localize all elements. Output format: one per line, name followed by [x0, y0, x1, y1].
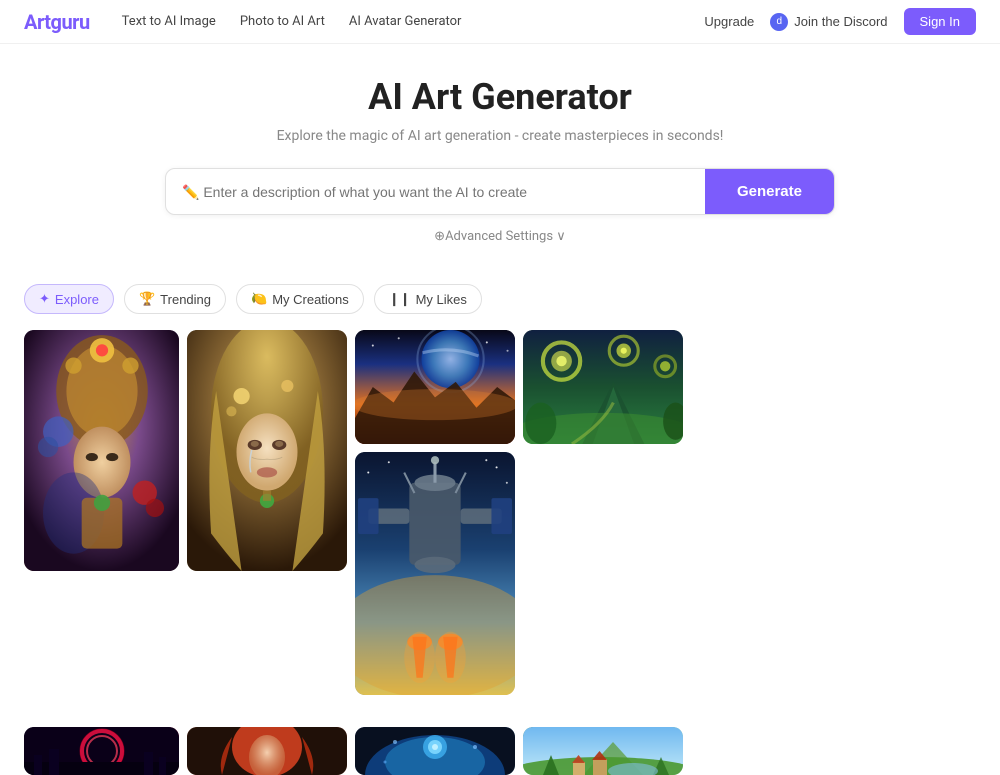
- explore-icon: ✦: [39, 291, 50, 307]
- prompt-input[interactable]: [166, 169, 705, 214]
- gallery-item-4[interactable]: [355, 452, 515, 695]
- art-space-station: [355, 452, 515, 695]
- main-nav: Text to AI Image Photo to AI Art AI Avat…: [122, 14, 705, 29]
- art-planet-landscape: [355, 330, 515, 444]
- likes-icon: ❙❙: [389, 291, 411, 307]
- filter-tabs: ✦ Explore 🏆 Trending 🍋 My Creations ❙❙ M…: [0, 284, 1000, 314]
- gallery-item-7[interactable]: [24, 727, 179, 775]
- advanced-settings[interactable]: ⊕Advanced Settings ∨: [20, 229, 980, 244]
- gallery-item-6[interactable]: [523, 727, 683, 775]
- logo[interactable]: Artguru: [24, 10, 90, 34]
- art-redhair-girl: [187, 727, 347, 775]
- art-countryside-village: [523, 727, 683, 775]
- art-cyberpunk: [24, 727, 179, 775]
- tab-my-creations[interactable]: 🍋 My Creations: [236, 284, 364, 314]
- gallery-item-1[interactable]: [24, 330, 179, 571]
- gallery-item-5[interactable]: [523, 330, 683, 444]
- hero-title: AI Art Generator: [20, 76, 980, 118]
- hero-subtitle: Explore the magic of AI art generation -…: [20, 128, 980, 144]
- tab-my-likes[interactable]: ❙❙ My Likes: [374, 284, 482, 314]
- prompt-container: Generate: [165, 168, 835, 215]
- nav-avatar[interactable]: AI Avatar Generator: [349, 14, 462, 29]
- signin-button[interactable]: Sign In: [904, 8, 976, 35]
- header: Artguru Text to AI Image Photo to AI Art…: [0, 0, 1000, 44]
- art-blonde-portrait: [187, 330, 347, 571]
- upgrade-button[interactable]: Upgrade: [704, 14, 754, 29]
- art-blue-fantasy: [355, 727, 515, 775]
- art-starry-night: [523, 330, 683, 444]
- discord-button[interactable]: d Join the Discord: [770, 13, 887, 31]
- gallery-bottom-row: [0, 727, 1000, 775]
- trending-icon: 🏆: [139, 291, 155, 307]
- tab-trending[interactable]: 🏆 Trending: [124, 284, 226, 314]
- gallery-grid: [0, 330, 1000, 727]
- nav-text-to-ai[interactable]: Text to AI Image: [122, 14, 216, 29]
- tab-explore[interactable]: ✦ Explore: [24, 284, 114, 314]
- gallery-item-9[interactable]: [355, 727, 515, 775]
- generate-button[interactable]: Generate: [705, 169, 834, 214]
- nav-photo-to-ai[interactable]: Photo to AI Art: [240, 14, 325, 29]
- header-right: Upgrade d Join the Discord Sign In: [704, 8, 976, 35]
- gallery-item-2[interactable]: [187, 330, 347, 571]
- hero-section: AI Art Generator Explore the magic of AI…: [0, 44, 1000, 284]
- art-ornate-portrait: [24, 330, 179, 571]
- gallery-item-3[interactable]: [355, 330, 515, 444]
- creations-icon: 🍋: [251, 291, 267, 307]
- gallery-item-8[interactable]: [187, 727, 347, 775]
- discord-icon: d: [770, 13, 788, 31]
